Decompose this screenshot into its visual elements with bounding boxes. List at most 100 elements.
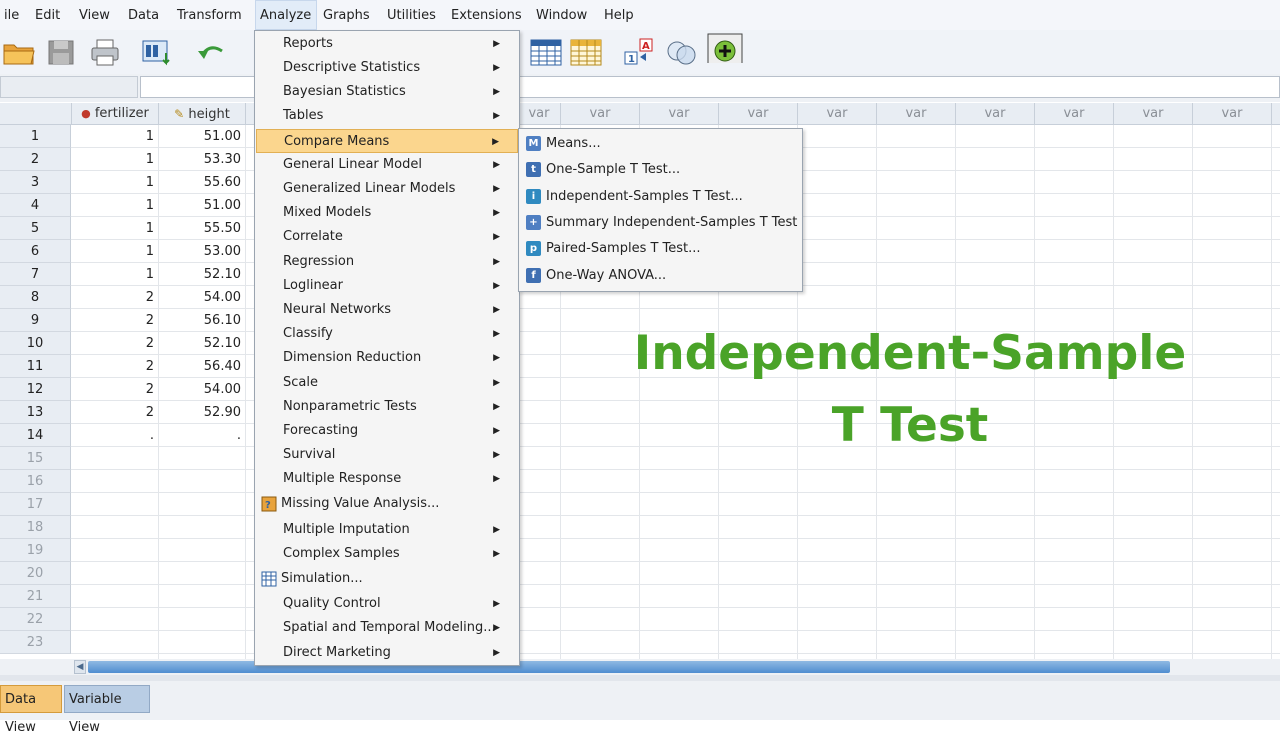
menu-view[interactable]: View [75, 0, 114, 30]
use-sets-icon[interactable] [664, 37, 700, 67]
menu-item-dimension-reduction[interactable]: Dimension Reduction ▶ [256, 346, 518, 370]
column-header-var[interactable]: var [561, 103, 640, 125]
row-header[interactable]: 20 [0, 562, 71, 585]
cell-fertilizer[interactable]: 2 [72, 378, 159, 401]
row-header[interactable]: 10 [0, 332, 71, 355]
menu-graphs[interactable]: Graphs [319, 0, 374, 30]
horizontal-scrollbar[interactable]: ◀ [0, 659, 1280, 675]
menu-help[interactable]: Help [600, 0, 638, 30]
row-header[interactable]: 15 [0, 447, 71, 470]
menu-item-nonparametric-tests[interactable]: Nonparametric Tests ▶ [256, 395, 518, 419]
cell-fertilizer[interactable]: 1 [72, 148, 159, 171]
row-header[interactable]: 19 [0, 539, 71, 562]
print-icon[interactable] [89, 37, 121, 67]
row-header[interactable]: 4 [0, 194, 71, 217]
column-header-var[interactable]: var [719, 103, 798, 125]
cell-height[interactable]: 53.00 [159, 240, 246, 263]
menu-item-general-linear-model[interactable]: General Linear Model ▶ [256, 153, 518, 177]
row-header[interactable]: 16 [0, 470, 71, 493]
menu-item-loglinear[interactable]: Loglinear ▶ [256, 274, 518, 298]
column-header-var[interactable]: var [640, 103, 719, 125]
cell-fertilizer[interactable]: 2 [72, 286, 159, 309]
row-header[interactable]: 21 [0, 585, 71, 608]
submenu-item-one-way-anova[interactable]: f One-Way ANOVA... [521, 263, 801, 289]
cell-height[interactable]: 52.90 [159, 401, 246, 424]
tab-data-view[interactable]: Data View [0, 685, 62, 735]
scroll-left-icon[interactable]: ◀ [74, 660, 86, 674]
cell-fertilizer[interactable]: 2 [72, 332, 159, 355]
cell-height[interactable]: 54.00 [159, 286, 246, 309]
menu-utilities[interactable]: Utilities [383, 0, 440, 30]
menu-analyze[interactable]: Analyze [255, 0, 317, 30]
menu-item-reports[interactable]: Reports ▶ [256, 32, 518, 56]
menu-item-neural-networks[interactable]: Neural Networks ▶ [256, 298, 518, 322]
cell-fertilizer[interactable]: 1 [72, 263, 159, 286]
submenu-item-summary-independent-samples-t-test[interactable]: + Summary Independent-Samples T Test [521, 210, 801, 236]
menu-edit[interactable]: Edit [31, 0, 64, 30]
column-header-var[interactable]: var [956, 103, 1035, 125]
menu-extensions[interactable]: Extensions [447, 0, 526, 30]
save-icon[interactable] [46, 37, 76, 67]
value-labels-icon[interactable]: A 1 [622, 37, 658, 67]
menu-item-simulation[interactable]: Simulation... [256, 567, 518, 591]
cell-height[interactable]: 52.10 [159, 263, 246, 286]
row-header[interactable]: 11 [0, 355, 71, 378]
cell-height[interactable]: 56.10 [159, 309, 246, 332]
cell-fertilizer[interactable]: 1 [72, 125, 159, 148]
menu-item-compare-means[interactable]: Compare Means ▶ [256, 129, 518, 153]
menu-transform[interactable]: Transform [173, 0, 246, 30]
column-header-var[interactable]: var [1193, 103, 1272, 125]
menu-item-survival[interactable]: Survival ▶ [256, 443, 518, 467]
row-header[interactable]: 9 [0, 309, 71, 332]
row-header[interactable]: 12 [0, 378, 71, 401]
menu-item-classify[interactable]: Classify ▶ [256, 322, 518, 346]
row-header[interactable]: 3 [0, 171, 71, 194]
cell-height[interactable]: 54.00 [159, 378, 246, 401]
tab-variable-view[interactable]: Variable View [64, 685, 150, 735]
row-header[interactable]: 14 [0, 424, 71, 447]
row-header[interactable]: 23 [0, 631, 71, 654]
row-header[interactable]: 22 [0, 608, 71, 631]
column-header-var[interactable]: var [798, 103, 877, 125]
menu-item-tables[interactable]: Tables ▶ [256, 104, 518, 128]
column-header-var[interactable]: var [1272, 103, 1280, 125]
menu-item-mixed-models[interactable]: Mixed Models ▶ [256, 201, 518, 225]
cell-fertilizer[interactable]: 2 [72, 401, 159, 424]
row-header[interactable]: 2 [0, 148, 71, 171]
menu-item-forecasting[interactable]: Forecasting ▶ [256, 419, 518, 443]
scrollbar-thumb[interactable] [88, 661, 1170, 673]
column-header-var[interactable]: var [1035, 103, 1114, 125]
cell-fertilizer[interactable]: 1 [72, 194, 159, 217]
dialog-recall-icon[interactable] [140, 37, 176, 67]
menu-item-missing-value-analysis[interactable]: ? Missing Value Analysis... [256, 492, 518, 516]
cell-height[interactable]: 55.60 [159, 171, 246, 194]
row-header[interactable]: 7 [0, 263, 71, 286]
row-header[interactable]: 17 [0, 493, 71, 516]
cell-height[interactable]: 56.40 [159, 355, 246, 378]
open-folder-icon[interactable] [2, 37, 36, 67]
cell-fertilizer[interactable]: 2 [72, 355, 159, 378]
cell-fertilizer[interactable]: . [72, 424, 159, 447]
menu-item-generalized-linear-models[interactable]: Generalized Linear Models ▶ [256, 177, 518, 201]
cell-height[interactable]: 53.30 [159, 148, 246, 171]
column-header-var[interactable]: var [877, 103, 956, 125]
menu-item-regression[interactable]: Regression ▶ [256, 250, 518, 274]
menu-item-correlate[interactable]: Correlate ▶ [256, 225, 518, 249]
menu-item-spatial-temporal-modeling[interactable]: Spatial and Temporal Modeling... ▶ [256, 616, 518, 640]
cell-fertilizer[interactable]: 1 [72, 240, 159, 263]
cell-height[interactable]: 55.50 [159, 217, 246, 240]
column-header-fertilizer[interactable]: ● fertilizer [72, 103, 159, 125]
cell-height[interactable]: 51.00 [159, 125, 246, 148]
cell-fertilizer[interactable]: 2 [72, 309, 159, 332]
row-header[interactable]: 1 [0, 125, 71, 148]
cell-name-box[interactable] [0, 76, 138, 98]
menu-item-multiple-imputation[interactable]: Multiple Imputation ▶ [256, 518, 518, 542]
cell-height[interactable]: 52.10 [159, 332, 246, 355]
cell-fertilizer[interactable]: 1 [72, 171, 159, 194]
menu-item-bayesian-statistics[interactable]: Bayesian Statistics ▶ [256, 80, 518, 104]
menu-item-multiple-response[interactable]: Multiple Response ▶ [256, 467, 518, 491]
submenu-item-means[interactable]: M Means... [521, 131, 801, 157]
undo-icon[interactable] [194, 37, 228, 67]
column-header-var[interactable]: var [1114, 103, 1193, 125]
menu-file[interactable]: ile [0, 0, 23, 30]
